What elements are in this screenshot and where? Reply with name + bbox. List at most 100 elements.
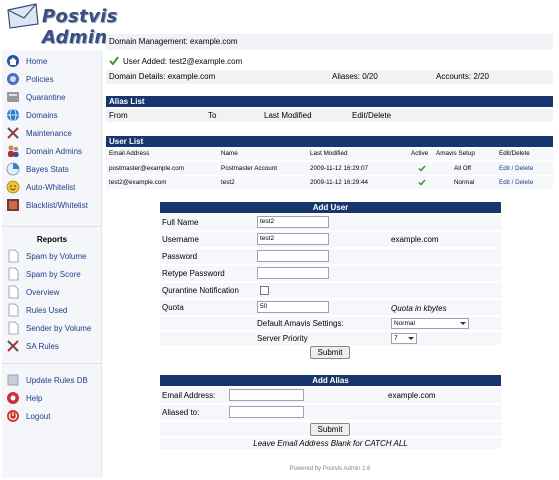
sidebar-item-label: Quarantine (26, 92, 66, 102)
reports-heading: Reports (36, 235, 68, 244)
full-name-input[interactable]: test2 (257, 216, 329, 228)
report-label: Rules Used (26, 305, 68, 315)
column-header: Email Address (109, 150, 150, 157)
quota-input[interactable]: 50 (257, 301, 329, 313)
column-header: Last Modified (310, 150, 348, 157)
sidebar-item-label: Home (26, 56, 48, 66)
full-name-label: Full Name (162, 218, 199, 227)
checkmark-icon (109, 56, 119, 66)
column-header: Last Modified (264, 111, 312, 120)
sidebar-item-auto-whitelist[interactable]: Auto-Whitelist (2, 178, 102, 196)
sidebar-bottom-label: Logout (26, 411, 51, 421)
report-label: SA Rules (26, 341, 59, 351)
column-header: Edit/Delete (499, 150, 530, 157)
chevron-down-icon (460, 322, 466, 325)
sidebar-report-overview[interactable]: Overview (2, 283, 102, 301)
report-label: Sender by Volume (26, 323, 92, 333)
priority-selected: 7 (394, 335, 398, 342)
domain-management-title: Domain Management: example.com (109, 37, 238, 46)
active-check-icon (418, 165, 426, 172)
edit-delete-link[interactable]: Edit / Delete (499, 165, 533, 172)
username-domain: example.com (391, 235, 439, 244)
document-icon (8, 303, 19, 317)
sidebar-report-rules-used[interactable]: Rules Used (2, 301, 102, 319)
amavis-label: Default Amavis Settings: (257, 319, 344, 328)
report-label: Spam by Volume (26, 251, 87, 261)
report-label: Overview (26, 287, 60, 297)
aliased-to-row: Aliased to: (160, 404, 501, 420)
sidebar-update-rules-db[interactable]: Update Rules DB (2, 371, 102, 389)
alias-email-domain: example.com (388, 391, 436, 400)
sidebar-item-quarantine[interactable]: Quarantine (2, 88, 102, 106)
maintenance-icon (7, 127, 19, 139)
sidebar-report-sa-rules[interactable]: SA Rules (2, 337, 102, 355)
sidebar-item-policies[interactable]: Policies (2, 70, 102, 88)
amavis-select[interactable]: Normal (391, 318, 469, 329)
table-row: test2@example.com test2 2009-11-12 16:29… (106, 176, 553, 189)
priority-select[interactable]: 7 (391, 333, 417, 344)
password-label: Password (162, 252, 198, 261)
user-email: postmaster@example.com (109, 165, 184, 172)
sidebar-item-bayes-stats[interactable]: Bayes Stats (2, 160, 102, 178)
logout-icon (7, 410, 19, 422)
column-header: From (109, 111, 128, 120)
home-icon (7, 55, 19, 67)
edit-delete-link[interactable]: Edit / Delete (499, 179, 533, 186)
add-user-header: Add User (160, 202, 501, 213)
add-user-submit-button[interactable]: Submit (310, 346, 350, 359)
alias-list-columns: From To Last Modified Edit/Delete (106, 109, 553, 122)
sidebar-item-domains[interactable]: Domains (2, 106, 102, 124)
chevron-down-icon (408, 337, 414, 340)
submit-row: Submit (160, 345, 501, 359)
quarantine-checkbox[interactable] (260, 286, 269, 295)
sidebar-item-home[interactable]: Home (2, 52, 102, 70)
aliases-count: Aliases: 0/20 (332, 72, 378, 81)
sidebar-help[interactable]: Help (2, 389, 102, 407)
sidebar-item-blacklist-whitelist[interactable]: Blacklist/Whitelist (2, 196, 102, 214)
alias-email-input[interactable] (229, 389, 304, 401)
sidebar: Home Policies Quarantine Domains Mainten… (2, 50, 102, 478)
domains-icon (7, 108, 19, 122)
user-modified: 2009-11-12 16:29:44 (310, 179, 369, 186)
sidebar-item-label: Blacklist/Whitelist (26, 200, 88, 210)
table-row: postmaster@example.com Postmaster Accoun… (106, 162, 553, 175)
sidebar-item-label: Domains (26, 110, 58, 120)
alias-list-header: Alias List (106, 96, 553, 107)
bayes-stats-icon (6, 162, 20, 176)
priority-label: Server Priority (257, 334, 308, 343)
sa-rules-icon (7, 340, 19, 352)
sidebar-item-domain-admins[interactable]: Domain Admins (2, 142, 102, 160)
sidebar-report-spam-by-score[interactable]: Spam by Score (2, 265, 102, 283)
sidebar-item-label: Policies (26, 74, 54, 84)
add-alias-submit-button[interactable]: Submit (310, 423, 350, 436)
retype-password-row: Retype Password (160, 265, 501, 281)
retype-password-input[interactable] (257, 267, 329, 279)
username-row: Username test2 example.com (160, 231, 501, 247)
user-amavis: Normal (454, 179, 475, 186)
domain-admins-icon (8, 145, 19, 157)
aliased-to-input[interactable] (229, 406, 304, 418)
document-icon (8, 267, 19, 281)
add-user-form: Add User Full Name test2 Username test2 … (160, 202, 501, 359)
sidebar-logout[interactable]: Logout (2, 407, 102, 425)
domain-details: Domain Details: example.com (109, 72, 216, 81)
quarantine-icon (7, 92, 19, 102)
alias-email-row: Email Address: example.com (160, 387, 501, 403)
password-input[interactable] (257, 250, 329, 262)
sidebar-item-label: Domain Admins (26, 146, 83, 156)
envelope-logo-icon (7, 3, 39, 29)
sidebar-divider (2, 226, 102, 227)
sidebar-report-sender-by-volume[interactable]: Sender by Volume (2, 319, 102, 337)
sidebar-item-maintenance[interactable]: Maintenance (2, 124, 102, 142)
sidebar-bottom-label: Update Rules DB (26, 375, 88, 385)
update-icon (7, 374, 19, 386)
alias-submit-row: Submit (160, 421, 501, 436)
sidebar-report-spam-by-volume[interactable]: Spam by Volume (2, 247, 102, 265)
sidebar-item-label: Auto-Whitelist (26, 182, 76, 192)
user-name: Postmaster Account (221, 165, 277, 172)
quota-label: Quota (162, 303, 184, 312)
username-input[interactable]: test2 (257, 233, 329, 245)
amavis-row: Default Amavis Settings: Normal (160, 316, 501, 330)
password-row: Password (160, 248, 501, 264)
app-logo: Postvis Admin (6, 2, 186, 48)
